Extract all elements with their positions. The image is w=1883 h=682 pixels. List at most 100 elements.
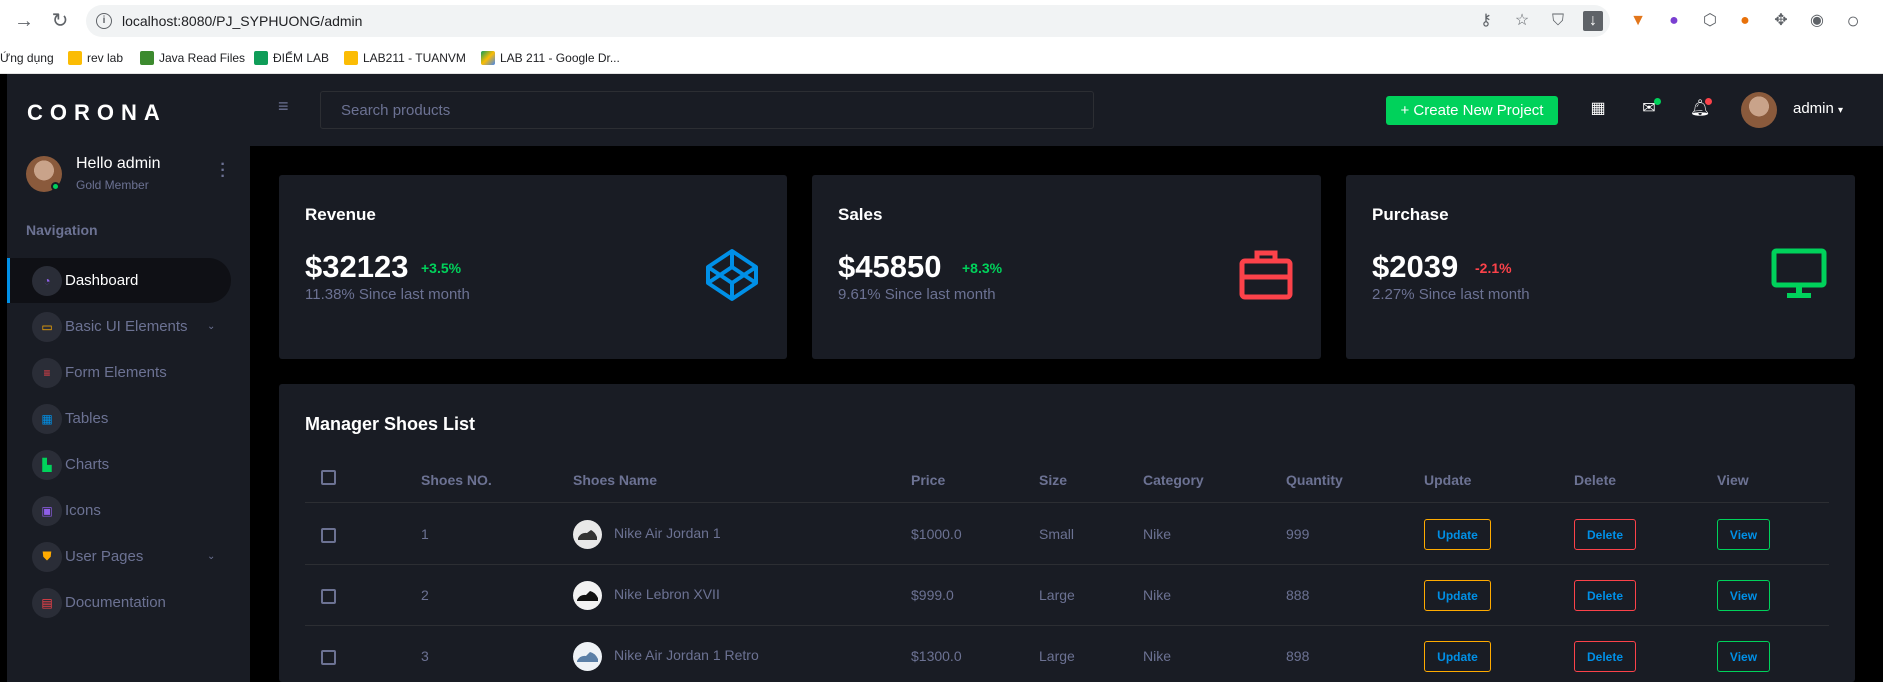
- delete-button[interactable]: Delete: [1574, 641, 1636, 672]
- address-bar[interactable]: i localhost:8080/PJ_SYPHUONG/admin ⚷ ☆ ⛉…: [86, 5, 1610, 37]
- playlist-icon: ≡: [32, 357, 62, 388]
- page-left-edge: [0, 74, 7, 682]
- view-button[interactable]: View: [1717, 580, 1770, 611]
- sidebar-item-user-pages[interactable]: ⛊ User Pages ⌄: [7, 534, 231, 579]
- card-delta: +3.5%: [421, 260, 462, 276]
- card-subtext: 11.38% Since last month: [305, 286, 470, 303]
- header-quantity: Quantity: [1286, 472, 1343, 488]
- row-checkbox[interactable]: [321, 589, 336, 604]
- shoes-table-card: Manager Shoes List Shoes NO. Shoes Name …: [279, 384, 1855, 682]
- sidebar-item-label: Form Elements: [65, 364, 167, 381]
- bookmark-lab211-tuanvm[interactable]: LAB211 - TUANVM: [344, 51, 466, 65]
- bookmark-java-read-files[interactable]: Java Read Files: [140, 51, 245, 65]
- email-badge-dot: [1654, 98, 1661, 105]
- sidebar-item-label: User Pages: [65, 548, 144, 565]
- info-icon[interactable]: i: [96, 13, 112, 29]
- briefcase-icon: [1239, 250, 1293, 300]
- coccoc-icon[interactable]: ●: [1735, 11, 1755, 31]
- bookmark-apps[interactable]: Ứng dụng: [0, 51, 54, 65]
- row-checkbox[interactable]: [321, 528, 336, 543]
- row-divider: [305, 564, 1829, 565]
- cube-icon[interactable]: ⬡: [1700, 11, 1720, 31]
- table-title: Manager Shoes List: [305, 414, 476, 434]
- row-checkbox[interactable]: [321, 650, 336, 665]
- sidebar-item-label: Dashboard: [65, 272, 139, 289]
- more-vertical-icon[interactable]: · · ·: [219, 157, 227, 185]
- url-text[interactable]: localhost:8080/PJ_SYPHUONG/admin: [122, 13, 362, 29]
- card-amount: $32123: [305, 249, 409, 284]
- sheets-icon: [254, 51, 268, 65]
- view-button[interactable]: View: [1717, 519, 1770, 550]
- user-menu[interactable]: admin ▾: [1793, 100, 1843, 117]
- purchase-card: Purchase $2039 -2.1% 2.27% Since last mo…: [1346, 175, 1855, 359]
- select-all-checkbox[interactable]: [321, 470, 336, 485]
- sidebar-item-form-elements[interactable]: ≡ Form Elements: [7, 350, 231, 395]
- reload-icon[interactable]: ↻: [48, 9, 72, 33]
- cell-shoes-no: 2: [421, 587, 429, 603]
- cell-shoes-no: 3: [421, 648, 429, 664]
- download-icon[interactable]: ↓: [1583, 11, 1603, 31]
- bell-badge-dot: [1705, 98, 1712, 105]
- chevron-down-icon: ⌄: [207, 551, 216, 562]
- menu-toggle-icon[interactable]: ≡: [278, 96, 289, 117]
- forward-icon[interactable]: →: [12, 9, 36, 33]
- cell-shoes-name: Nike Lebron XVII: [614, 586, 720, 602]
- search-input[interactable]: [320, 91, 1094, 129]
- bookmark-rev-lab[interactable]: rev lab: [68, 51, 123, 65]
- cell-category: Nike: [1143, 526, 1172, 542]
- account-icon[interactable]: ◉: [1807, 11, 1827, 31]
- grid-icon[interactable]: ▦: [1587, 98, 1609, 120]
- extension-circle-icon[interactable]: ●: [1664, 11, 1684, 31]
- cell-shoes-no: 1: [421, 526, 429, 542]
- metamask-icon[interactable]: ▼: [1628, 11, 1648, 31]
- cell-price: $999.0: [911, 587, 954, 603]
- sidebar-item-charts[interactable]: ▙ Charts: [7, 442, 231, 487]
- card-subtext: 2.27% Since last month: [1372, 286, 1530, 303]
- shield-icon[interactable]: ⛉: [1548, 11, 1568, 31]
- key-icon[interactable]: ⚷: [1476, 11, 1496, 31]
- cell-quantity: 888: [1286, 587, 1310, 603]
- folder-icon: [344, 51, 358, 65]
- create-project-button[interactable]: + Create New Project: [1386, 96, 1558, 125]
- sidebar-item-documentation[interactable]: ▤ Documentation: [7, 580, 231, 625]
- sidebar-item-tables[interactable]: ▦ Tables: [7, 396, 231, 441]
- profile-name: Hello admin: [76, 155, 161, 172]
- bookmark-lab211-drive[interactable]: LAB 211 - Google Dr...: [481, 51, 620, 65]
- file-document-icon: ▤: [32, 587, 62, 618]
- brand-logo[interactable]: CORONA: [27, 100, 167, 126]
- cell-quantity: 898: [1286, 648, 1310, 664]
- table-icon: ▦: [32, 403, 62, 434]
- update-button[interactable]: Update: [1424, 519, 1491, 550]
- header-update: Update: [1424, 472, 1472, 488]
- sidebar: CORONA Hello admin Gold Member · · · Navig…: [7, 74, 250, 682]
- header-price: Price: [911, 472, 946, 488]
- profile-circle-icon[interactable]: ○: [1843, 10, 1863, 32]
- drive-icon: [481, 51, 495, 65]
- view-button[interactable]: View: [1717, 641, 1770, 672]
- online-status-dot: [51, 182, 60, 191]
- header-shoes-no: Shoes NO.: [421, 472, 492, 488]
- star-icon[interactable]: ☆: [1512, 11, 1532, 31]
- update-button[interactable]: Update: [1424, 641, 1491, 672]
- update-button[interactable]: Update: [1424, 580, 1491, 611]
- cell-shoes-name: Nike Air Jordan 1: [614, 525, 721, 541]
- sidebar-item-dashboard[interactable]: ◔ Dashboard: [7, 258, 231, 303]
- delete-button[interactable]: Delete: [1574, 580, 1636, 611]
- card-title: Sales: [838, 205, 883, 224]
- bookmark-diem-lab[interactable]: ĐIỂM LAB: [254, 51, 329, 65]
- header-view: View: [1717, 472, 1749, 488]
- cell-category: Nike: [1143, 587, 1172, 603]
- sidebar-item-label: Basic UI Elements: [65, 318, 188, 335]
- delete-button[interactable]: Delete: [1574, 519, 1636, 550]
- sidebar-item-icons[interactable]: ▣ Icons: [7, 488, 231, 533]
- cell-size: Small: [1039, 526, 1075, 542]
- extensions-icon[interactable]: ✥: [1771, 11, 1791, 31]
- sidebar-item-label: Charts: [65, 456, 110, 473]
- sidebar-item-basic-ui[interactable]: ▭ Basic UI Elements ⌄: [7, 304, 231, 349]
- user-avatar[interactable]: [1741, 92, 1777, 128]
- sidebar-item-label: Documentation: [65, 594, 166, 611]
- cell-price: $1000.0: [911, 526, 962, 542]
- monitor-icon: [1771, 248, 1827, 298]
- shoe-thumbnail: [573, 520, 602, 549]
- shoe-thumbnail: [573, 581, 602, 610]
